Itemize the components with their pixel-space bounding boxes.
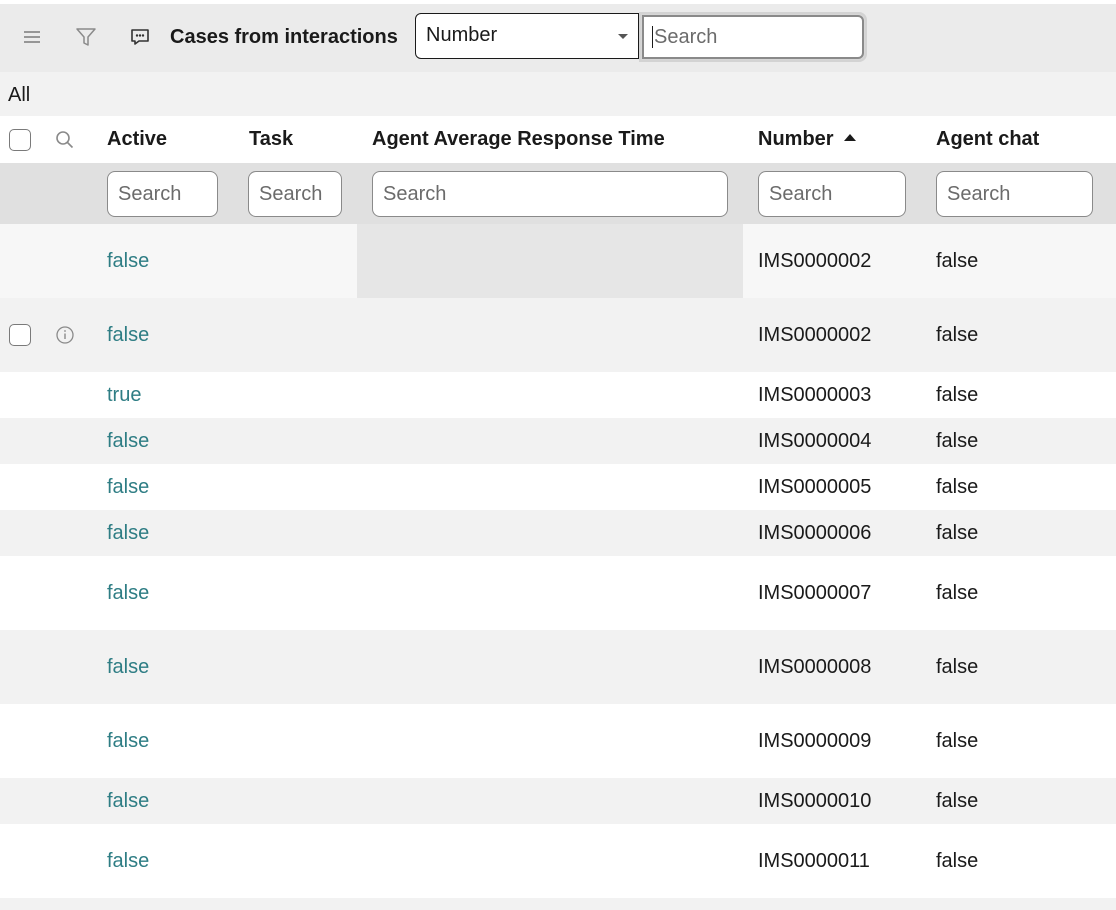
column-header-number-label: Number — [758, 128, 834, 150]
agent-chat-value: false — [936, 430, 979, 452]
number-value: IMS0000011 — [758, 850, 870, 872]
sort-ascending-icon — [843, 134, 856, 142]
number-value: IMS0000002 — [758, 324, 872, 346]
search-field-select-value: Number — [426, 24, 498, 46]
number-value: IMS0000005 — [758, 476, 872, 498]
table-header-row: Active Task Agent Average Response Time … — [0, 116, 1116, 164]
agent-chat-value: false — [936, 250, 979, 272]
info-icon[interactable] — [55, 325, 75, 345]
number-value: IMS0000007 — [758, 582, 872, 604]
breadcrumb-all[interactable]: All — [8, 84, 30, 107]
chevron-down-icon — [618, 34, 628, 39]
agent-chat-value: false — [936, 656, 979, 678]
next-row-edge — [0, 898, 1116, 910]
breadcrumb-bar: All — [0, 72, 1116, 116]
active-value-link[interactable]: false — [107, 476, 149, 499]
select-all-checkbox[interactable] — [9, 129, 31, 151]
number-value: IMS0000008 — [758, 656, 872, 678]
search-input[interactable] — [642, 15, 864, 59]
column-header-number[interactable]: Number — [758, 128, 856, 151]
table-row[interactable]: false IMS0000005 false — [0, 464, 1116, 510]
number-value: IMS0000002 — [758, 250, 872, 272]
agent-chat-value: false — [936, 384, 979, 406]
table-row[interactable]: false IMS0000010 false — [0, 778, 1116, 824]
active-value-link[interactable]: false — [107, 790, 149, 813]
column-header-agent-chat[interactable]: Agent chat — [936, 128, 1039, 151]
table-row[interactable]: false IMS0000006 false — [0, 510, 1116, 556]
number-value: IMS0000004 — [758, 430, 872, 452]
column-header-active[interactable]: Active — [107, 128, 167, 151]
chat-bubble-icon[interactable] — [127, 24, 153, 50]
row-select-checkbox[interactable] — [9, 324, 31, 346]
active-value-link[interactable]: false — [107, 250, 149, 273]
agent-average-response-time-column-search-input[interactable] — [372, 171, 728, 217]
task-column-search-input[interactable] — [248, 171, 342, 217]
number-value: IMS0000009 — [758, 730, 872, 752]
active-value-link[interactable]: false — [107, 730, 149, 753]
active-value-link[interactable]: false — [107, 430, 149, 453]
agent-chat-value: false — [936, 730, 979, 752]
text-cursor — [652, 26, 653, 48]
agent-chat-value: false — [936, 790, 979, 812]
agent-chat-value: false — [936, 582, 979, 604]
filter-funnel-icon[interactable] — [73, 24, 99, 50]
search-icon[interactable] — [54, 129, 76, 156]
number-column-search-input[interactable] — [758, 171, 906, 217]
table-row[interactable]: true IMS0000003 false — [0, 372, 1116, 418]
search-field-select[interactable]: Number — [415, 13, 639, 59]
table-row[interactable]: false IMS0000002 false — [0, 298, 1116, 372]
search-focus-ring — [639, 12, 867, 62]
number-value: IMS0000003 — [758, 384, 872, 406]
active-value-link[interactable]: false — [107, 582, 149, 605]
table-row[interactable]: false IMS0000004 false — [0, 418, 1116, 464]
number-value: IMS0000006 — [758, 522, 872, 544]
agent-chat-column-search-input[interactable] — [936, 171, 1093, 217]
column-filter-row — [0, 164, 1116, 224]
active-value-link[interactable]: false — [107, 324, 149, 347]
active-column-search-input[interactable] — [107, 171, 218, 217]
agent-chat-value: false — [936, 324, 979, 346]
number-value: IMS0000010 — [758, 790, 872, 812]
active-value-link[interactable]: true — [107, 384, 141, 407]
table-row[interactable]: false IMS0000009 false — [0, 704, 1116, 778]
table-row[interactable]: false IMS0000008 false — [0, 630, 1116, 704]
list-title: Cases from interactions — [170, 26, 398, 48]
active-value-link[interactable]: false — [107, 522, 149, 545]
agent-chat-value: false — [936, 850, 979, 872]
table-row[interactable]: false IMS0000011 false — [0, 824, 1116, 898]
table-row[interactable]: false IMS0000007 false — [0, 556, 1116, 630]
active-value-link[interactable]: false — [107, 656, 149, 679]
table-row[interactable]: false IMS0000002 false — [0, 224, 1116, 298]
list-toolbar: Cases from interactions Number — [0, 4, 1116, 72]
hamburger-menu-icon[interactable] — [19, 24, 45, 50]
agent-average-response-time-cell-highlight — [357, 224, 743, 298]
active-value-link[interactable]: false — [107, 850, 149, 873]
agent-chat-value: false — [936, 476, 979, 498]
agent-chat-value: false — [936, 522, 979, 544]
column-header-agent-average-response-time[interactable]: Agent Average Response Time — [372, 128, 665, 151]
column-header-task[interactable]: Task — [249, 128, 293, 151]
